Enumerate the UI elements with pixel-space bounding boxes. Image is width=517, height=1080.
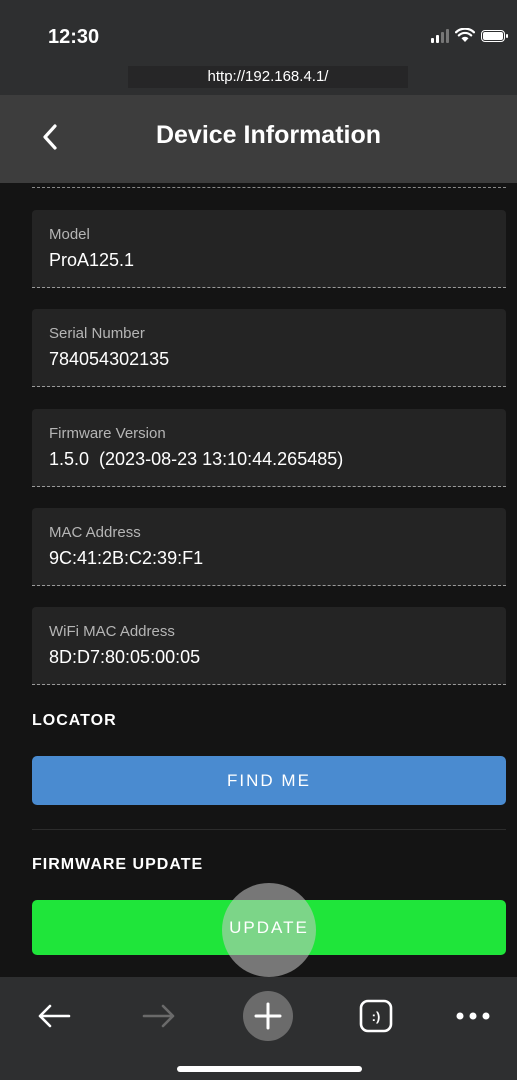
tabs-button[interactable]: :) [351, 991, 401, 1041]
status-time: 12:30 [48, 26, 100, 48]
cellular-signal-icon [431, 28, 449, 43]
info-card-firmware-version: Firmware Version 1.5.0 (2023-08-23 13:10… [32, 409, 506, 487]
section-divider [32, 829, 506, 830]
plus-icon [243, 991, 293, 1041]
browser-back-button[interactable] [29, 991, 79, 1041]
info-card-model: Model ProA125.1 [32, 210, 506, 288]
page-title: Device Information [155, 121, 382, 149]
status-icons [431, 28, 508, 43]
browser-top-chrome: 12:30 http://192.168.4.1/ [0, 0, 517, 95]
info-value: 8D:D7:80:05:00:05 [49, 647, 201, 667]
find-me-button[interactable]: FIND ME [32, 756, 506, 805]
more-options-button[interactable] [448, 991, 498, 1041]
locator-section-title: LOCATOR [32, 712, 117, 729]
info-label: WiFi MAC Address [49, 623, 175, 640]
info-value: 784054302135 [49, 349, 170, 369]
arrow-left-icon [38, 1004, 71, 1028]
info-value: 1.5.0 (2023-08-23 13:10:44.265485) [49, 449, 344, 469]
info-label: Serial Number [49, 325, 145, 342]
home-indicator[interactable] [177, 1066, 362, 1072]
browser-forward-button[interactable] [134, 991, 184, 1041]
info-value: 9C:41:2B:C2:39:F1 [49, 548, 204, 568]
firmware-update-section-title: FIRMWARE UPDATE [32, 856, 204, 873]
browser-bottom-bar: :) [0, 977, 517, 1080]
divider [32, 187, 506, 188]
tabs-count: :) [371, 1008, 381, 1024]
url-bar[interactable]: http://192.168.4.1/ [128, 66, 408, 88]
more-icon [456, 1012, 490, 1020]
update-button-label[interactable]: UPDATE [32, 900, 506, 955]
battery-icon [481, 29, 508, 42]
info-card-wifi-mac-address: WiFi MAC Address 8D:D7:80:05:00:05 [32, 607, 506, 685]
app-header: Device Information [0, 95, 517, 183]
device-info-content[interactable]: Model ProA125.1 Serial Number 7840543021… [0, 183, 517, 977]
info-card-serial-number: Serial Number 784054302135 [32, 309, 506, 387]
new-tab-button[interactable] [243, 991, 293, 1041]
info-card-mac-address: MAC Address 9C:41:2B:C2:39:F1 [32, 508, 506, 586]
arrow-right-icon [142, 1004, 175, 1028]
info-value: ProA125.1 [49, 250, 135, 270]
wifi-icon [455, 28, 475, 42]
info-label: Model [49, 226, 90, 243]
info-label: Firmware Version [49, 425, 166, 442]
info-label: MAC Address [49, 524, 141, 541]
